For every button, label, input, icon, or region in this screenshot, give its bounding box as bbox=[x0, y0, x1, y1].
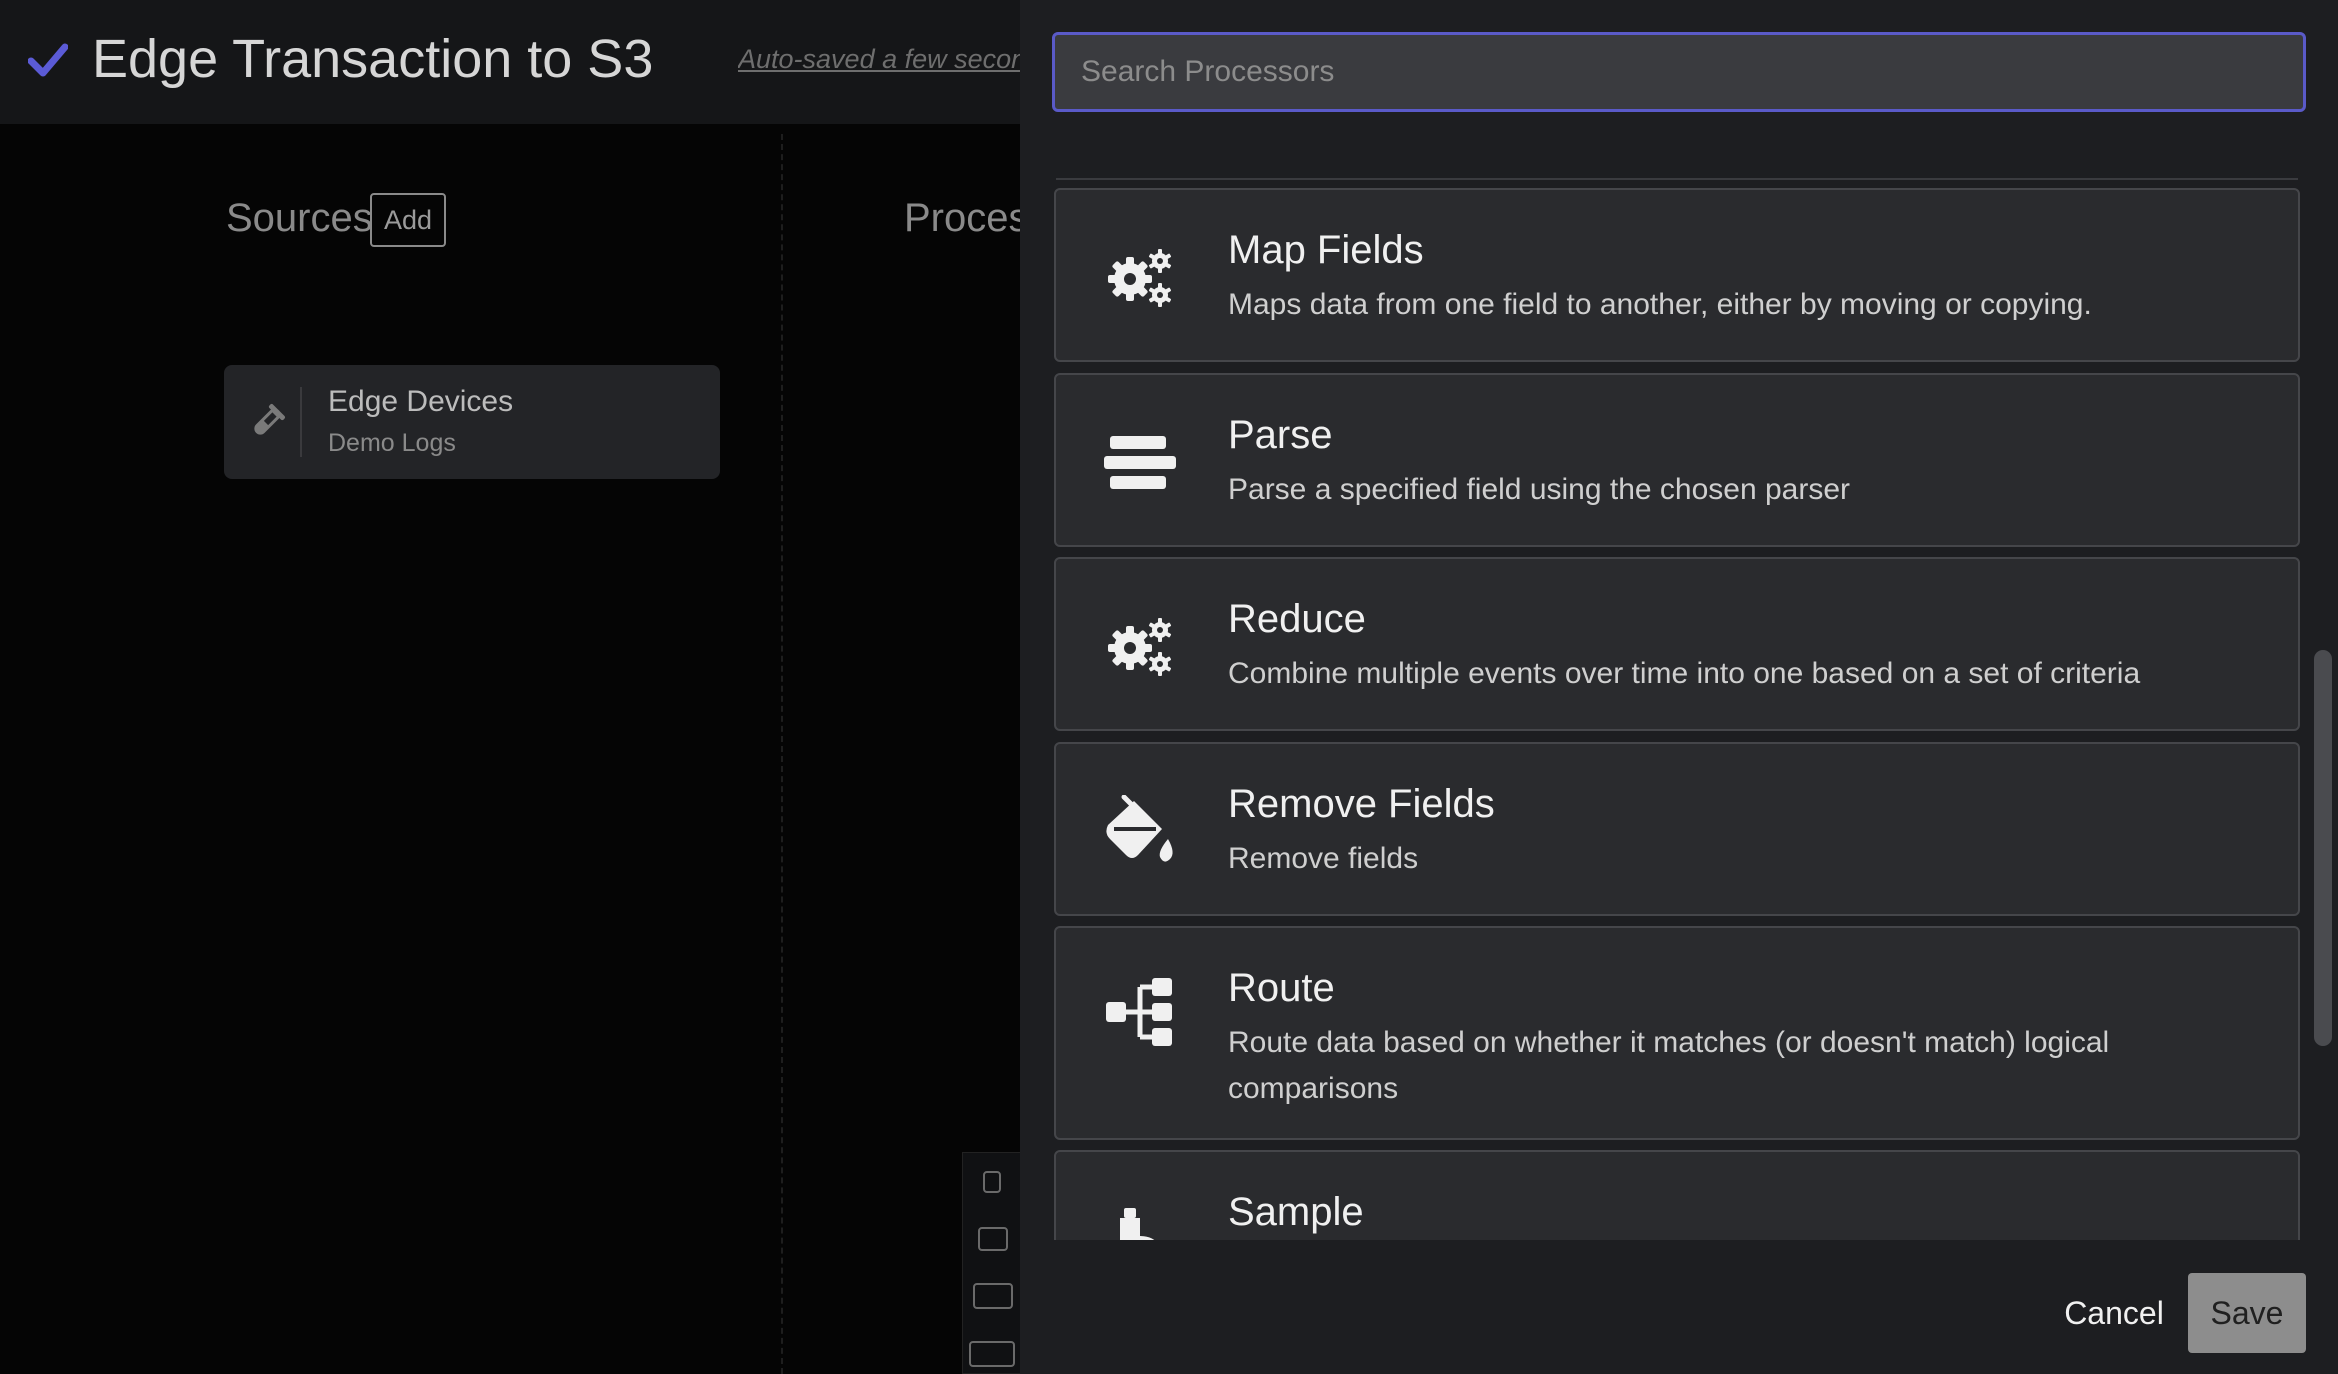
processor-name: Sample bbox=[1228, 1190, 1364, 1234]
lines-icon bbox=[1104, 436, 1176, 489]
pipeline-header: Edge Transaction to S3 Auto-saved a few … bbox=[0, 0, 1020, 124]
flask-icon bbox=[1120, 1208, 1155, 1240]
processor-description: Combine multiple events over time into o… bbox=[1228, 657, 2141, 690]
zoom-level-1[interactable] bbox=[983, 1171, 1001, 1193]
zoom-level-2[interactable] bbox=[978, 1227, 1008, 1251]
sources-heading: Sources bbox=[226, 196, 373, 240]
processors-heading: Processors bbox=[904, 196, 1020, 240]
source-name: Edge Devices bbox=[328, 385, 514, 418]
add-processor-drawer: Map Fields Maps data from one field to a… bbox=[1020, 0, 2338, 1374]
processor-name: Route bbox=[1228, 966, 1335, 1010]
zoom-controls bbox=[962, 1152, 1020, 1374]
processor-item-sample[interactable]: Sample bbox=[1054, 1150, 2300, 1240]
processor-description: Route data based on whether it matches (… bbox=[1228, 1026, 2110, 1105]
processor-name: Reduce bbox=[1228, 597, 1366, 641]
processor-item-parse[interactable]: Parse Parse a specified field using the … bbox=[1054, 373, 2300, 547]
processor-name: Map Fields bbox=[1228, 228, 1424, 272]
pipeline-canvas bbox=[0, 124, 1020, 1374]
cancel-button[interactable]: Cancel bbox=[2054, 1282, 2174, 1344]
page-title: Edge Transaction to S3 bbox=[92, 29, 654, 89]
source-card-divider bbox=[300, 387, 302, 457]
source-card-edge-devices[interactable]: Edge Devices Demo Logs bbox=[224, 365, 720, 479]
zoom-level-3[interactable] bbox=[973, 1283, 1013, 1309]
processor-list: Map Fields Maps data from one field to a… bbox=[1054, 188, 2302, 1240]
fill-bucket-icon bbox=[1106, 795, 1173, 862]
test-tube-icon bbox=[254, 404, 285, 435]
gears-icon bbox=[1108, 249, 1172, 307]
app-root: Edge Transaction to S3 Auto-saved a few … bbox=[0, 0, 2338, 1374]
processor-item-reduce[interactable]: Reduce Combine multiple events over time… bbox=[1054, 557, 2300, 731]
sitemap-icon bbox=[1106, 978, 1172, 1046]
processor-description: Remove fields bbox=[1228, 842, 1419, 875]
list-divider bbox=[1056, 178, 2298, 180]
list-scrollbar[interactable] bbox=[2314, 650, 2332, 1046]
processor-item-route[interactable]: Route Route data based on whether it mat… bbox=[1054, 926, 2300, 1140]
add-source-button[interactable]: Add bbox=[370, 193, 446, 247]
processor-name: Remove Fields bbox=[1228, 782, 1495, 826]
processor-item-map-fields[interactable]: Map Fields Maps data from one field to a… bbox=[1054, 188, 2300, 362]
save-button[interactable]: Save bbox=[2188, 1273, 2306, 1353]
autosave-status[interactable]: Auto-saved a few seconds ago bbox=[738, 44, 1020, 75]
column-divider bbox=[781, 134, 783, 1374]
search-processors-input[interactable] bbox=[1052, 32, 2306, 112]
processor-item-remove-fields[interactable]: Remove Fields Remove fields bbox=[1054, 742, 2300, 916]
source-subtitle: Demo Logs bbox=[328, 429, 456, 457]
processor-name: Parse bbox=[1228, 413, 1333, 457]
zoom-level-4[interactable] bbox=[969, 1341, 1015, 1367]
processor-description: Parse a specified field using the chosen… bbox=[1228, 473, 1851, 506]
check-icon bbox=[28, 43, 68, 77]
processor-description: Maps data from one field to another, eit… bbox=[1228, 288, 2092, 321]
gears-icon bbox=[1108, 618, 1172, 676]
